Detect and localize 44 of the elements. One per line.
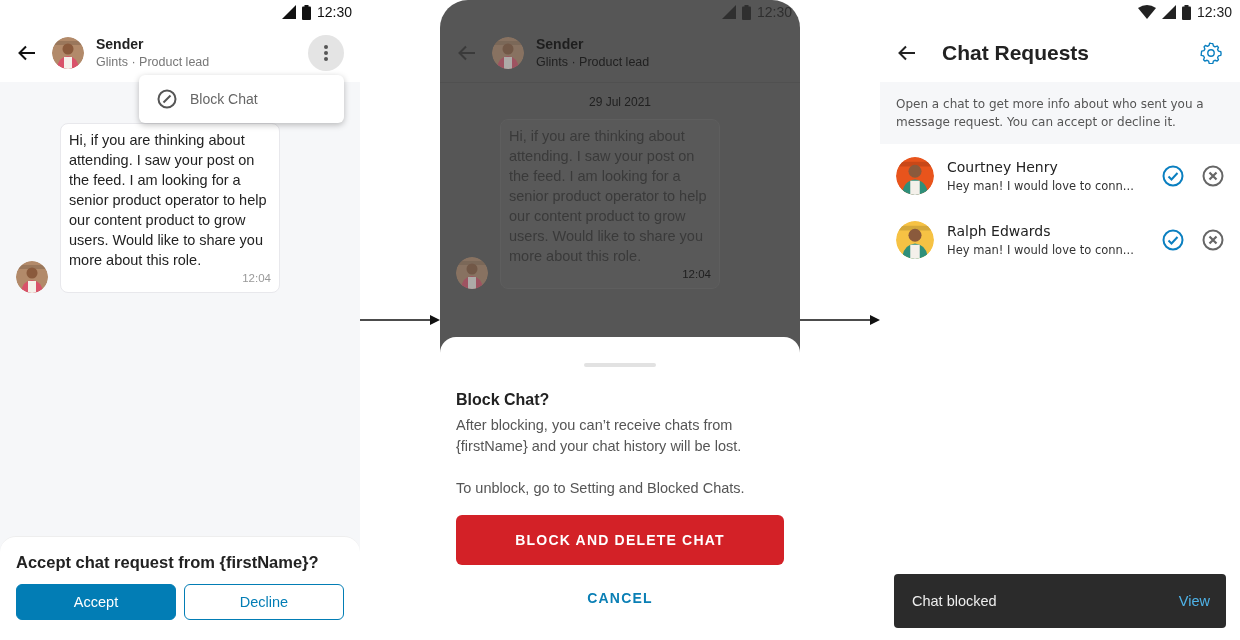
battery-icon <box>1181 4 1191 20</box>
back-arrow-icon[interactable] <box>898 45 916 61</box>
status-time: 12:30 <box>316 4 352 20</box>
cancel-button[interactable]: CANCEL <box>456 573 784 623</box>
signal-icon <box>281 5 296 19</box>
message-preview: Hey man! I would love to conn... <box>947 242 1135 259</box>
screen-title: Chat Requests <box>942 41 1091 65</box>
snackbar-message: Chat blocked <box>912 593 997 609</box>
battery-icon <box>301 4 311 20</box>
info-text: Open a chat to get more info about who sent you a message request. You can accept or decline it. <box>880 82 1240 144</box>
request-item[interactable]: Ralph Edwards Hey man! I would love to conn... <box>880 208 1240 272</box>
view-button[interactable]: View <box>1178 593 1210 609</box>
requester-name: Courtney Henry <box>947 158 1059 177</box>
message-time: 12:04 <box>682 268 711 280</box>
request-item[interactable]: Courtney Henry Hey man! I would love to conn... <box>880 144 1240 208</box>
more-vertical-icon <box>324 45 328 61</box>
message-text: Hi, if you are thinking about attending. I saw your post on the feed. I am looking for a senior product operator to help our content product to grow users. Would like to share you more about this role. <box>69 131 268 270</box>
battery-icon <box>741 4 751 20</box>
decline-button[interactable]: Decline <box>184 584 344 620</box>
back-arrow-icon[interactable] <box>18 45 36 61</box>
sender-name: Sender <box>96 35 145 53</box>
requester-name: Ralph Edwards <box>947 222 1052 241</box>
panel-title: Accept chat request from {firstName}? <box>16 553 320 572</box>
sender-name: Sender <box>536 35 585 53</box>
sender-subtitle: Glints · Product lead <box>96 54 211 71</box>
menu-item[interactable]: Block Chat <box>139 89 344 109</box>
block-icon <box>157 89 177 109</box>
sheet-description: After blocking, you can’t receive chats from {firstName} and your chat history will be lost. <box>456 416 743 456</box>
message-time: 12:04 <box>242 272 271 284</box>
message-preview: Hey man! I would love to conn... <box>947 178 1135 195</box>
status-time: 12:30 <box>1196 4 1232 20</box>
settings-icon[interactable] <box>1200 42 1222 64</box>
more-options-button[interactable] <box>308 35 344 71</box>
accept-button[interactable]: Accept <box>16 584 176 620</box>
decline-x-icon[interactable] <box>1202 165 1224 187</box>
signal-icon <box>721 5 736 19</box>
wifi-icon <box>1137 5 1156 19</box>
accept-check-icon[interactable] <box>1162 229 1184 251</box>
accept-check-icon[interactable] <box>1162 165 1184 187</box>
sheet-note: To unblock, go to Setting and Blocked Chats. <box>456 479 746 498</box>
decline-x-icon[interactable] <box>1202 229 1224 251</box>
sheet-title: Block Chat? <box>456 391 551 409</box>
block-and-delete-button[interactable]: BLOCK AND DELETE CHAT <box>456 515 784 565</box>
signal-icon <box>1161 5 1176 19</box>
